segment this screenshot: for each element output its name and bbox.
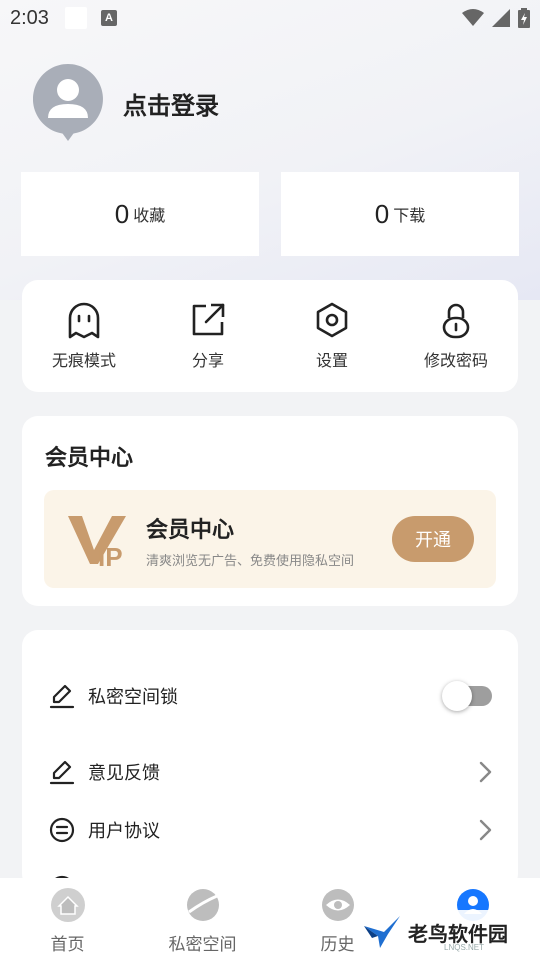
share-icon <box>192 303 225 336</box>
user-agreement-label: 用户协议 <box>88 821 160 842</box>
share-label: 分享 <box>191 351 224 370</box>
battery-charging-icon <box>518 8 530 28</box>
toggle-knob <box>442 681 472 711</box>
chevron-right-icon <box>479 819 492 841</box>
incognito-mode-button[interactable]: 无痕模式 <box>29 301 139 371</box>
nav-home[interactable]: 首页 <box>0 878 135 960</box>
signal-icon <box>492 9 510 27</box>
settings-label: 设置 <box>315 351 348 370</box>
notification-icon <box>64 7 87 29</box>
ghost-icon <box>68 302 100 339</box>
private-space-lock-toggle[interactable] <box>442 681 492 711</box>
eye-icon <box>321 889 354 921</box>
settings-hexagon-icon <box>316 302 348 338</box>
nav-history-label: 历史 <box>320 935 355 955</box>
feedback-row[interactable]: 意见反馈 <box>48 752 492 792</box>
planet-icon <box>186 889 219 921</box>
share-button[interactable]: 分享 <box>153 301 263 371</box>
wifi-icon <box>462 9 484 26</box>
vip-logo-icon: IP <box>68 516 126 568</box>
activate-vip-button[interactable]: 开通 <box>392 516 474 562</box>
change-password-label: 修改密码 <box>423 351 488 370</box>
settings-button[interactable]: 设置 <box>277 301 387 371</box>
settings-list: 私密空间锁 意见反馈 用户协议 <box>22 630 518 890</box>
vip-banner-title: 会员中心 <box>146 518 235 543</box>
incognito-mode-label: 无痕模式 <box>51 351 116 370</box>
profile-header[interactable]: 点击登录 <box>32 64 219 142</box>
svg-text:IP: IP <box>98 542 123 568</box>
vip-section: 会员中心 IP 会员中心 清爽浏览无广告、免费使用隐私空间 开通 <box>22 416 518 606</box>
change-password-button[interactable]: 修改密码 <box>401 301 511 371</box>
nav-private-space-label: 私密空间 <box>168 935 237 955</box>
pencil-icon <box>49 760 75 785</box>
watermark: 老鸟软件园 LNQS.NET <box>362 910 532 954</box>
keyboard-indicator-icon: A <box>100 10 117 26</box>
downloads-count: 0 <box>374 198 390 229</box>
document-circle-icon <box>49 817 75 843</box>
status-bar: 2:03 A <box>0 0 540 36</box>
vip-banner[interactable]: IP 会员中心 清爽浏览无广告、免费使用隐私空间 开通 <box>44 490 496 588</box>
bird-logo-icon <box>364 916 400 948</box>
vip-banner-description: 清爽浏览无广告、免费使用隐私空间 <box>146 554 355 569</box>
favorites-count: 0 <box>114 198 130 229</box>
vip-section-title: 会员中心 <box>45 446 134 471</box>
feedback-label: 意见反馈 <box>88 763 160 784</box>
status-time: 2:03 <box>10 6 49 29</box>
private-space-lock-row[interactable]: 私密空间锁 <box>48 676 492 716</box>
quick-actions-card: 无痕模式 分享 设置 修改密码 <box>22 280 518 392</box>
favorites-stat[interactable]: 0 收藏 <box>21 172 259 256</box>
home-icon <box>50 888 85 922</box>
watermark-subtext: LNQS.NET <box>444 943 485 952</box>
chevron-right-icon <box>479 761 492 783</box>
nav-home-label: 首页 <box>50 935 85 955</box>
user-agreement-row[interactable]: 用户协议 <box>48 810 492 850</box>
favorites-label: 收藏 <box>133 206 166 225</box>
user-avatar-icon[interactable] <box>32 64 103 142</box>
private-space-lock-label: 私密空间锁 <box>88 687 178 708</box>
login-prompt[interactable]: 点击登录 <box>123 86 219 121</box>
lock-icon <box>442 303 470 339</box>
nav-private-space[interactable]: 私密空间 <box>135 878 270 960</box>
pencil-icon <box>49 684 75 709</box>
downloads-label: 下载 <box>393 206 426 225</box>
downloads-stat[interactable]: 0 下载 <box>281 172 519 256</box>
